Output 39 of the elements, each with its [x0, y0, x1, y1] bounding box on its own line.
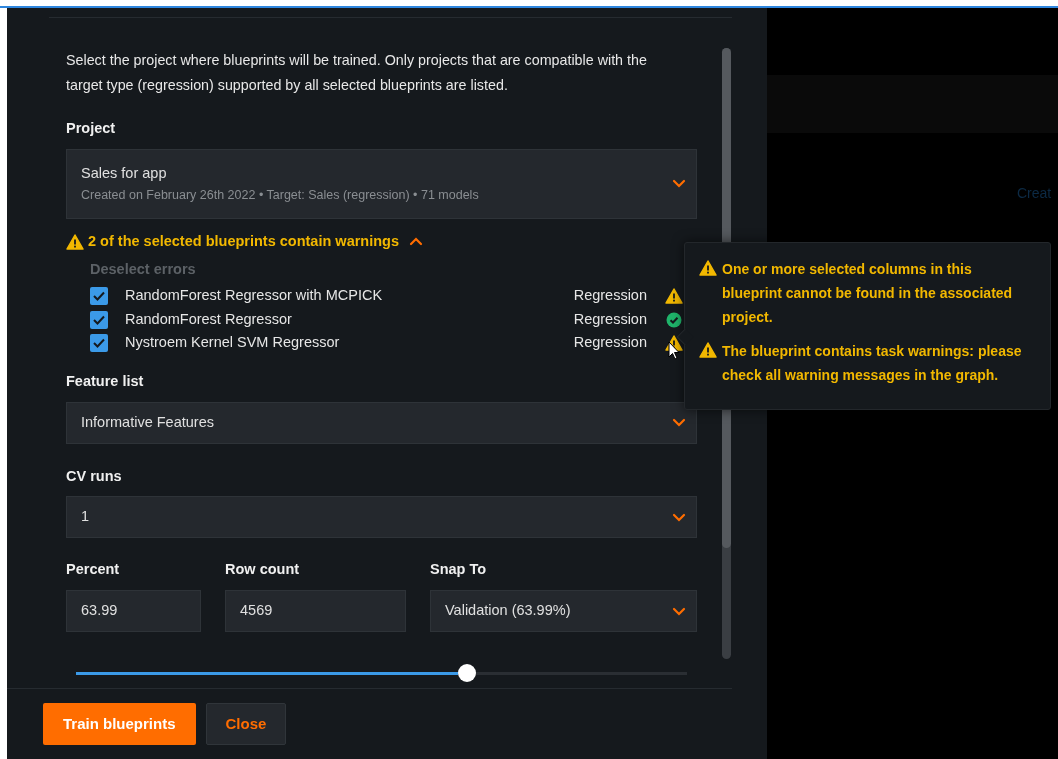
blueprint-name: RandomForest Regressor with MCPICK — [125, 286, 384, 306]
chevron-down-icon — [672, 179, 686, 189]
check-circle-icon — [665, 311, 683, 328]
warning-message: The blueprint contains task warnings: please check all warning messages in the graph. — [722, 342, 1023, 385]
warning-icon — [66, 233, 84, 250]
warning-message: One or more selected columns in this blueprint cannot be found in the associated project. — [722, 260, 1014, 327]
dropdown[interactable]: 1 — [66, 496, 697, 539]
field-label: Row count — [225, 560, 301, 580]
collapse-toggle[interactable] — [409, 237, 423, 247]
dropdown[interactable]: Informative Features — [66, 401, 697, 444]
close-button[interactable]: Close — [205, 703, 287, 745]
slider-thumb[interactable] — [458, 664, 477, 682]
warning-summary: 2 of the selected blueprints contain warnings — [88, 231, 399, 251]
blueprint-name: RandomForest Regressor — [125, 309, 293, 329]
input-field[interactable]: 4569 — [225, 590, 406, 632]
project-name: Sales for app — [81, 164, 168, 183]
field-label: CV runs — [66, 466, 123, 486]
warning-icon — [699, 260, 717, 276]
project-details: Created on February 26th 2022 • Target: Sales (regression) • 71 models — [81, 186, 480, 204]
checkbox[interactable] — [90, 287, 108, 305]
chevron-down-icon — [672, 512, 686, 522]
dropdown[interactable]: Validation (63.99%) — [430, 590, 697, 632]
checkbox[interactable] — [90, 334, 108, 352]
warning-icon — [699, 342, 717, 358]
chevron-down-icon — [672, 606, 686, 616]
mouse-cursor — [668, 341, 681, 361]
intro-text: Select the project where blueprints will be trained. Only projects that are compatible with the target type (regression) supported by all selected blueprints are listed. — [66, 51, 648, 95]
checkbox[interactable] — [90, 310, 108, 329]
field-label: Percent — [66, 560, 121, 580]
blueprint-name: Nystroem Kernel SVM Regressor — [125, 333, 341, 353]
field-label: Project — [66, 119, 117, 138]
field-label: Snap To — [430, 560, 488, 580]
target-type: Regression — [573, 309, 647, 329]
field-label: Feature list — [66, 371, 145, 391]
target-type: Regression — [573, 333, 647, 353]
input-field[interactable]: 63.99 — [66, 590, 201, 632]
target-type: Regression — [573, 286, 647, 306]
project-select[interactable]: Sales for app Created on February 26th 2022 • Target: Sales (regression) • 71 models — [66, 148, 697, 219]
chevron-down-icon — [672, 418, 686, 427]
